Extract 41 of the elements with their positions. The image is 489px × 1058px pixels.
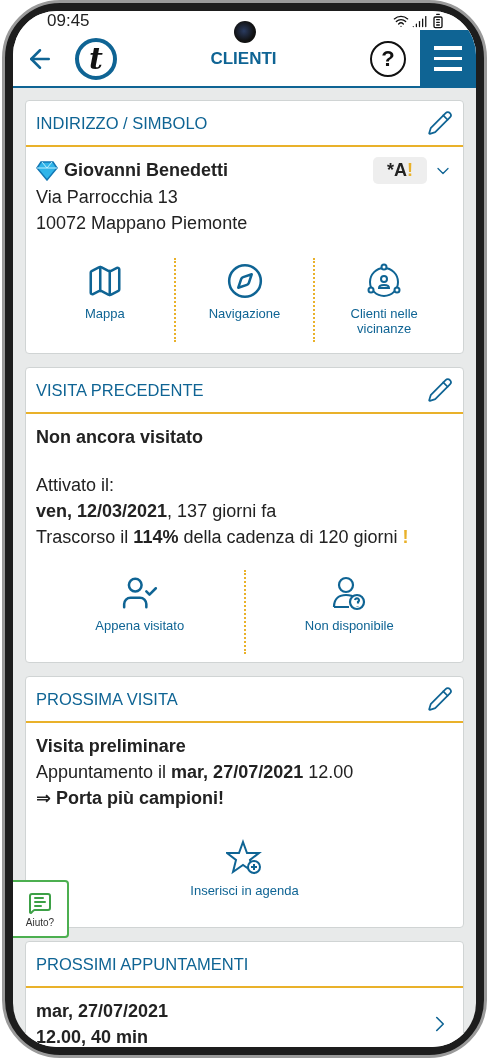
action-button[interactable]: Non disponibile	[243, 570, 453, 654]
compass-icon	[225, 262, 264, 300]
help-button[interactable]: ?	[370, 40, 406, 77]
action-button[interactable]: Appena visitato	[36, 570, 244, 654]
card-title: PROSSIMI APPUNTAMENTI	[36, 954, 249, 974]
appointment-time: 12.00, 40 min	[36, 1026, 150, 1047]
visit-type: Visita preliminare	[36, 735, 187, 758]
visit-status: Non ancora visitato	[36, 426, 205, 449]
appointment-date: mar, 27/07/2021	[36, 1000, 169, 1023]
address-line: 10072 Mappano Piemonte	[36, 212, 249, 235]
visit-info: Trascorso il 114% della cadenza di 120 giorni	[36, 527, 398, 547]
star-plus-icon	[225, 839, 264, 877]
chat-icon	[28, 890, 52, 915]
page-title: CLIENTI	[209, 48, 278, 69]
action-button[interactable]: Inserisci in agenda	[168, 835, 321, 919]
wifi-icon	[393, 13, 409, 29]
appointment-row[interactable]: mar, 27/07/2021 12.00, 40 min	[36, 998, 453, 1047]
help-chat-button[interactable]: Aiuto?	[13, 880, 69, 938]
card-title: INDIRIZZO / SIMBOLO	[36, 113, 208, 133]
client-badge: *A!	[373, 157, 427, 184]
status-time: 09:45	[47, 11, 90, 31]
edit-icon[interactable]	[427, 110, 453, 136]
visit-note: ⇒ Porta più campioni!	[36, 787, 226, 810]
menu-button[interactable]	[420, 30, 476, 87]
edit-icon[interactable]	[427, 686, 453, 712]
edit-icon[interactable]	[427, 377, 453, 403]
warning-mark: !	[402, 527, 409, 547]
appointment-text: Appuntamento il mar, 27/07/2021 12.00	[36, 762, 354, 782]
app-logo: t	[75, 37, 117, 80]
card-title: VISITA PRECEDENTE	[36, 380, 204, 400]
visit-info: Attivato il:	[36, 475, 115, 495]
signal-icon	[412, 13, 427, 29]
client-name: Giovanni Benedetti	[64, 160, 230, 181]
action-button[interactable]: Mappa	[36, 258, 174, 342]
action-button[interactable]: Clienti nelle vicinanze	[313, 258, 453, 342]
action-button[interactable]: Navigazione	[173, 258, 314, 342]
visit-info: ven, 12/03/2021, 137 giorni fa	[36, 501, 277, 521]
address-line: Via Parrocchia 13	[36, 186, 179, 209]
diamond-icon	[36, 160, 58, 181]
battery-icon	[430, 13, 446, 29]
card-title: PROSSIMA VISITA	[36, 689, 178, 709]
